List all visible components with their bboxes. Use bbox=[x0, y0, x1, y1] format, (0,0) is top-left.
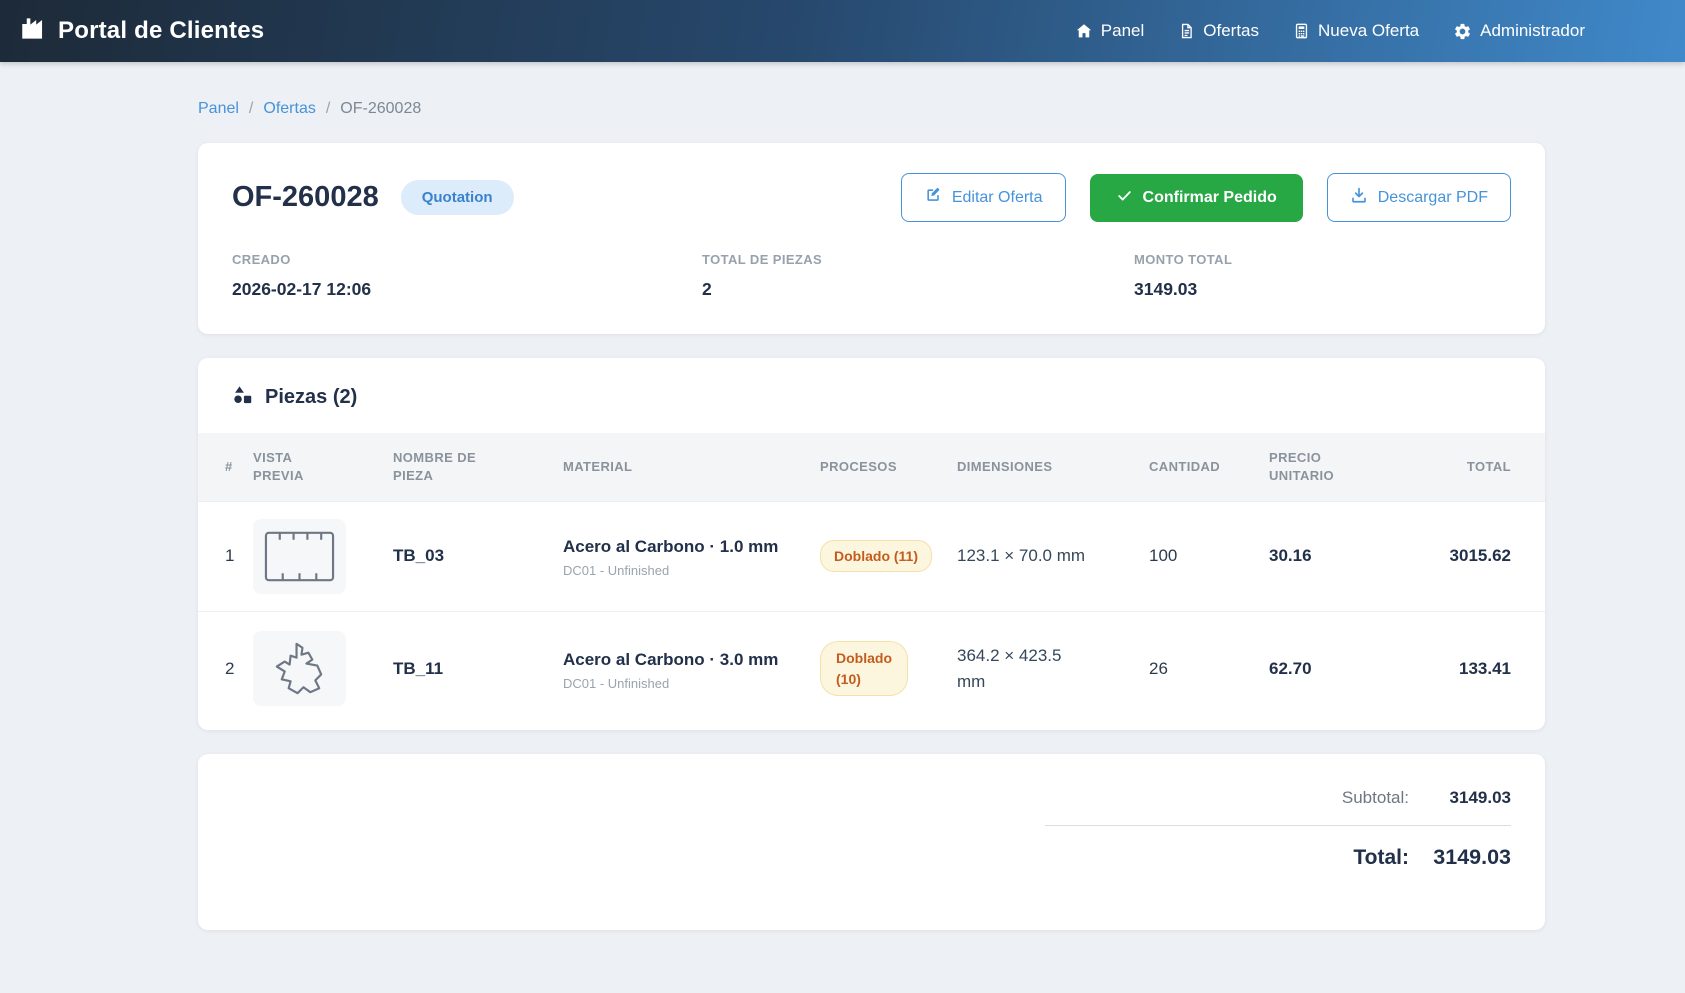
nav-item-administrador[interactable]: Administrador bbox=[1453, 21, 1585, 41]
meta-total-amount: MONTO TOTAL 3149.03 bbox=[1134, 252, 1511, 300]
part-total: 3015.62 bbox=[1399, 501, 1545, 611]
offer-id-title: OF-260028 bbox=[232, 181, 379, 214]
breadcrumb-link-panel[interactable]: Panel bbox=[198, 100, 239, 118]
col-name: NOMBRE DE PIEZA bbox=[393, 433, 563, 501]
part-material-sub: DC01 - Unfinished bbox=[563, 676, 810, 691]
col-dimensions: DIMENSIONES bbox=[957, 433, 1149, 501]
download-icon bbox=[1350, 186, 1368, 209]
col-index: # bbox=[198, 433, 253, 501]
shapes-icon bbox=[232, 384, 254, 411]
process-badge: Doblado (10) bbox=[820, 641, 908, 696]
document-icon bbox=[1178, 22, 1195, 40]
part-name: TB_03 bbox=[393, 501, 563, 611]
total-value: 3149.03 bbox=[1409, 845, 1511, 870]
totals-divider bbox=[1045, 825, 1511, 826]
meta-total-pieces: TOTAL DE PIEZAS 2 bbox=[702, 252, 1134, 300]
subtotal-value: 3149.03 bbox=[1409, 788, 1511, 808]
table-row: 2 TB_11 Acero al Carbono · 3.0 mm DC01 -… bbox=[198, 611, 1545, 726]
total-amount-value: 3149.03 bbox=[1134, 279, 1511, 300]
breadcrumb-separator: / bbox=[249, 100, 253, 118]
status-badge: Quotation bbox=[401, 180, 514, 215]
nav-item-nueva-oferta[interactable]: Nueva Oferta bbox=[1293, 21, 1419, 41]
total-pieces-value: 2 bbox=[702, 279, 1134, 300]
breadcrumb-link-ofertas[interactable]: Ofertas bbox=[263, 100, 315, 118]
top-navigation-bar: Portal de Clientes Panel Ofertas Nueva O… bbox=[0, 0, 1685, 62]
nav-item-panel[interactable]: Panel bbox=[1075, 21, 1144, 41]
part-material: Acero al Carbono · 1.0 mm bbox=[563, 534, 810, 560]
created-value: 2026-02-17 12:06 bbox=[232, 279, 702, 300]
offer-actions: Editar Oferta Confirmar Pedido Descargar… bbox=[901, 173, 1511, 222]
main-nav: Panel Ofertas Nueva Oferta Administrador bbox=[1075, 21, 1585, 41]
meta-created: CREADO 2026-02-17 12:06 bbox=[232, 252, 702, 300]
factory-icon bbox=[20, 15, 47, 47]
col-total: TOTAL bbox=[1399, 433, 1545, 501]
part-preview-thumbnail bbox=[253, 631, 346, 706]
edit-offer-button[interactable]: Editar Oferta bbox=[901, 173, 1066, 222]
offer-summary-card: OF-260028 Quotation Editar Oferta Confir… bbox=[198, 143, 1545, 334]
calculator-icon bbox=[1293, 22, 1310, 40]
col-material: MATERIAL bbox=[563, 433, 820, 501]
part-material: Acero al Carbono · 3.0 mm bbox=[563, 647, 810, 673]
totals-card: Subtotal: 3149.03 Total: 3149.03 bbox=[198, 754, 1545, 930]
part-material-sub: DC01 - Unfinished bbox=[563, 563, 810, 578]
download-pdf-button[interactable]: Descargar PDF bbox=[1327, 173, 1511, 222]
pieces-card: Piezas (2) # VISTA PREVIA NOMBRE DE PIEZ… bbox=[198, 358, 1545, 730]
pieces-table: # VISTA PREVIA NOMBRE DE PIEZA MATERIAL … bbox=[198, 433, 1545, 726]
part-unit-price: 30.16 bbox=[1269, 501, 1399, 611]
pieces-section-title: Piezas (2) bbox=[265, 386, 357, 409]
part-preview-thumbnail bbox=[253, 519, 346, 594]
part-total: 133.41 bbox=[1399, 611, 1545, 726]
gear-icon bbox=[1453, 22, 1472, 41]
part-quantity: 26 bbox=[1149, 611, 1269, 726]
part-name: TB_11 bbox=[393, 611, 563, 726]
total-label: Total: bbox=[1045, 846, 1409, 870]
row-index: 1 bbox=[198, 501, 253, 611]
offer-meta: CREADO 2026-02-17 12:06 TOTAL DE PIEZAS … bbox=[232, 252, 1511, 300]
edit-icon bbox=[924, 186, 942, 209]
part-quantity: 100 bbox=[1149, 501, 1269, 611]
col-processes: PROCESOS bbox=[820, 433, 957, 501]
breadcrumb: Panel / Ofertas / OF-260028 bbox=[198, 100, 1545, 118]
app-title: Portal de Clientes bbox=[58, 17, 264, 45]
process-badge: Doblado (11) bbox=[820, 540, 932, 572]
col-quantity: CANTIDAD bbox=[1149, 433, 1269, 501]
col-preview: VISTA PREVIA bbox=[253, 433, 393, 501]
subtotal-label: Subtotal: bbox=[1045, 788, 1409, 808]
check-icon bbox=[1116, 187, 1133, 209]
part-dimensions: 364.2 × 423.5 mm bbox=[957, 643, 1092, 694]
nav-item-ofertas[interactable]: Ofertas bbox=[1178, 21, 1259, 41]
col-unit-price: PRECIO UNITARIO bbox=[1269, 433, 1399, 501]
confirm-order-button[interactable]: Confirmar Pedido bbox=[1090, 174, 1303, 222]
part-unit-price: 62.70 bbox=[1269, 611, 1399, 726]
home-icon bbox=[1075, 22, 1093, 40]
breadcrumb-current: OF-260028 bbox=[340, 100, 421, 118]
part-dimensions: 123.1 × 70.0 mm bbox=[957, 543, 1085, 569]
brand-logo-link[interactable]: Portal de Clientes bbox=[20, 15, 264, 47]
row-index: 2 bbox=[198, 611, 253, 726]
breadcrumb-separator: / bbox=[326, 100, 330, 118]
table-row: 1 TB_03 Acero al Carbono · 1.0 mm DC01 -… bbox=[198, 501, 1545, 611]
table-header-row: # VISTA PREVIA NOMBRE DE PIEZA MATERIAL … bbox=[198, 433, 1545, 501]
